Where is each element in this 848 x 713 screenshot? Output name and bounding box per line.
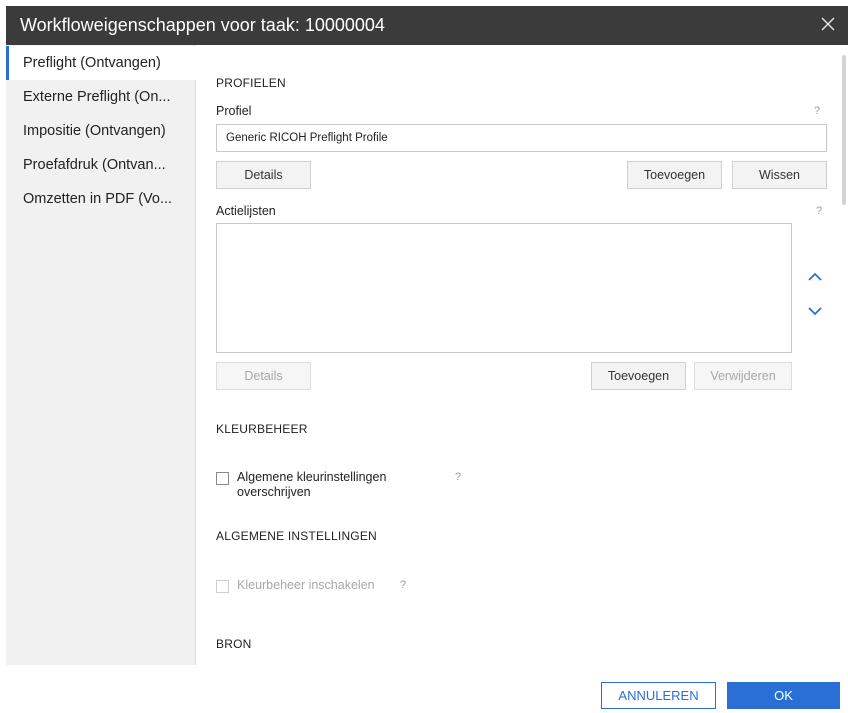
override-color-settings-label: Algemene kleurinstellingen overschrijven	[237, 470, 386, 500]
sidebar-item-preflight[interactable]: Preflight (Ontvangen)	[6, 46, 197, 80]
close-icon[interactable]	[818, 14, 838, 34]
actielijsten-label: Actielijsten	[216, 204, 276, 218]
sidebar-item-proefafdruk[interactable]: Proefafdruk (Ontvan...	[6, 148, 196, 182]
override-color-settings-checkbox[interactable]	[216, 472, 229, 485]
profiel-field[interactable]: Generic RICOH Preflight Profile	[216, 124, 827, 152]
dialog-title: Workfloweigenschappen voor taak: 1000000…	[20, 15, 385, 35]
actielijst-toevoegen-button[interactable]: Toevoegen	[591, 362, 686, 390]
sidebar: Preflight (Ontvangen) Externe Preflight …	[6, 45, 197, 665]
sidebar-item-omzetten-pdf[interactable]: Omzetten in PDF (Vo...	[6, 182, 196, 216]
sidebar-item-externe-preflight[interactable]: Externe Preflight (On...	[6, 80, 196, 114]
override-help-icon[interactable]: ?	[455, 471, 461, 483]
content-scrollbar[interactable]	[842, 55, 846, 205]
profiel-label: Profiel	[216, 104, 252, 118]
chevron-up-icon[interactable]	[803, 265, 827, 289]
section-heading-algemene-instellingen: ALGEMENE INSTELLINGEN	[216, 529, 377, 543]
enable-color-management-help-icon[interactable]: ?	[400, 579, 406, 591]
section-heading-profielen: PROFIELEN	[216, 76, 286, 90]
actielijsten-help-icon[interactable]: ?	[816, 205, 822, 217]
actielijst-verwijderen-button[interactable]: Verwijderen	[694, 362, 792, 390]
cancel-button[interactable]: ANNULEREN	[601, 682, 716, 709]
profiel-wissen-button[interactable]: Wissen	[732, 161, 827, 189]
chevron-down-icon[interactable]	[803, 299, 827, 323]
ok-button[interactable]: OK	[727, 682, 840, 709]
enable-color-management-checkbox[interactable]	[216, 580, 229, 593]
profiel-help-icon[interactable]: ?	[814, 105, 820, 117]
dialog-footer	[0, 665, 848, 713]
section-heading-kleurbeheer: KLEURBEHEER	[216, 422, 308, 436]
sidebar-item-impositie[interactable]: Impositie (Ontvangen)	[6, 114, 196, 148]
actielijsten-list[interactable]	[216, 223, 792, 353]
actielijst-details-button[interactable]: Details	[216, 362, 311, 390]
profiel-details-button[interactable]: Details	[216, 161, 311, 189]
override-label-line2: overschrijven	[237, 485, 311, 499]
enable-color-management-label: Kleurbeheer inschakelen	[237, 578, 375, 592]
section-heading-bron: BRON	[216, 637, 252, 651]
profiel-toevoegen-button[interactable]: Toevoegen	[627, 161, 722, 189]
override-label-line1: Algemene kleurinstellingen	[237, 470, 387, 484]
properties-panel: PROFIELEN Profiel ? Generic RICOH Prefli…	[197, 45, 848, 665]
dialog-titlebar: Workfloweigenschappen voor taak: 1000000…	[6, 6, 848, 45]
